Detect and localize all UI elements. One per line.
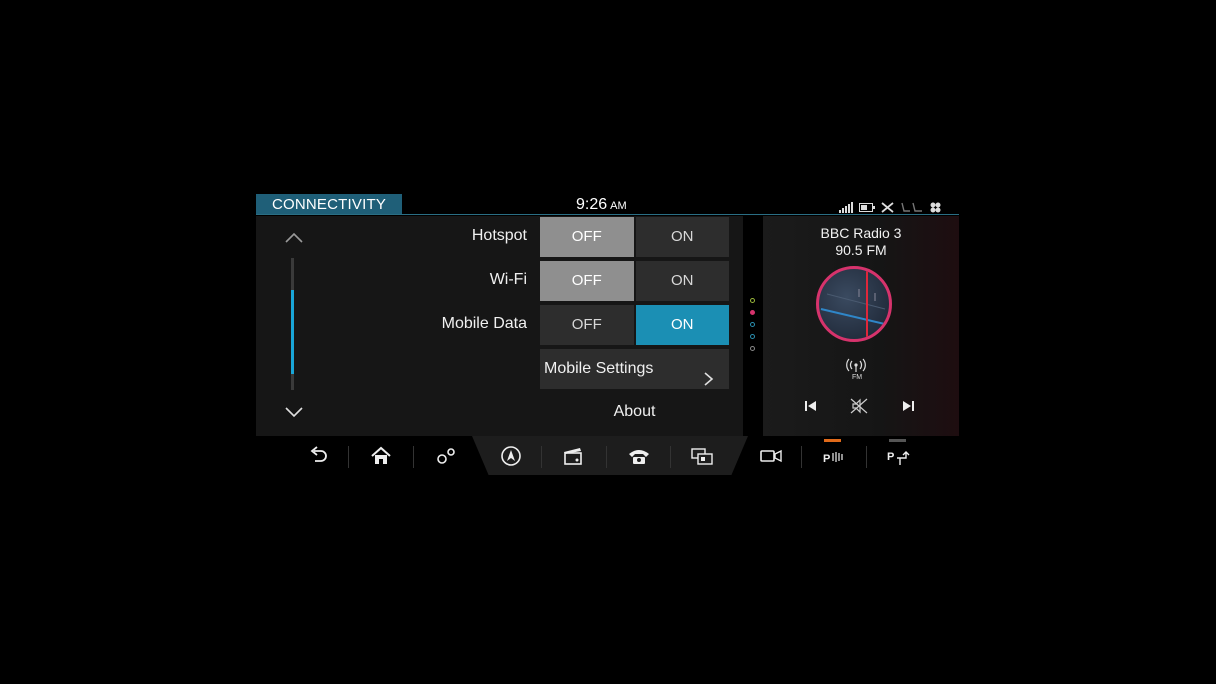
page-dot — [750, 322, 755, 327]
scroll-up-icon[interactable] — [284, 230, 304, 244]
page-indicator — [750, 298, 756, 358]
mobile-data-toggle: OFF ON — [540, 305, 729, 345]
previous-track-icon[interactable] — [802, 398, 820, 414]
wifi-label: Wi-Fi — [489, 271, 527, 288]
clock-ampm: AM — [610, 200, 627, 212]
mobile-settings-button[interactable]: Mobile Settings — [540, 349, 729, 389]
page-dot — [750, 334, 755, 339]
park-assist-icon[interactable]: P — [821, 445, 847, 467]
nav-separator — [670, 446, 671, 468]
clock: 9:26 AM — [576, 195, 666, 216]
settings-panel: Hotspot OFF ON Wi-Fi OFF ON Mobile Data … — [256, 216, 743, 436]
phone-icon[interactable] — [626, 445, 652, 467]
nav-separator — [801, 446, 802, 468]
wifi-on-button[interactable]: ON — [635, 261, 729, 301]
radio-tuner-dial[interactable] — [816, 266, 892, 342]
mobile-data-off-button[interactable]: OFF — [540, 305, 634, 345]
park-exit-icon[interactable]: P — [886, 445, 912, 467]
media-icon[interactable] — [561, 445, 587, 467]
bottom-nav: P P — [256, 436, 959, 475]
page-title: CONNECTIVITY — [256, 194, 402, 215]
wifi-toggle: OFF ON — [540, 261, 729, 301]
about-item[interactable]: About — [540, 392, 729, 432]
header-bar: CONNECTIVITY 9:26 AM — [256, 193, 959, 216]
status-icons — [839, 200, 941, 213]
nav-separator — [413, 446, 414, 468]
chevron-right-icon — [701, 362, 715, 386]
home-icon[interactable] — [368, 445, 394, 467]
fan-icon — [930, 200, 941, 213]
hotspot-off-button[interactable]: OFF — [540, 217, 634, 257]
apps-icon[interactable] — [689, 445, 715, 467]
scroll-down-icon[interactable] — [284, 406, 304, 420]
hotspot-on-button[interactable]: ON — [635, 217, 729, 257]
station-frequency: 90.5 FM — [835, 242, 887, 258]
back-icon[interactable] — [305, 445, 331, 467]
mobile-settings-label: Mobile Settings — [544, 360, 654, 377]
battery-icon — [859, 200, 875, 212]
station-name: BBC Radio 3 — [820, 225, 902, 241]
mobile-data-on-button[interactable]: ON — [635, 305, 729, 345]
seat-icon — [900, 200, 924, 212]
header-divider — [256, 214, 959, 215]
settings-icon[interactable] — [433, 445, 459, 467]
nav-separator — [541, 446, 542, 468]
clock-time: 9:26 — [576, 196, 608, 213]
station-info: BBC Radio 3 90.5 FM — [763, 225, 959, 259]
infotainment-screen: CONNECTIVITY 9:26 AM Hotspot OFF ON Wi-F… — [256, 193, 959, 475]
camera-icon[interactable] — [758, 445, 784, 467]
park-exit-indicator — [889, 439, 906, 442]
seat-climate-off-icon — [881, 200, 894, 213]
page-dot — [750, 346, 755, 351]
nav-separator — [348, 446, 349, 468]
signal-icon — [839, 200, 853, 213]
svg-text:P: P — [823, 453, 830, 465]
nav-separator — [866, 446, 867, 468]
svg-text:P: P — [887, 451, 894, 463]
page-dot — [750, 298, 755, 303]
park-assist-indicator — [824, 439, 841, 442]
wifi-off-button[interactable]: OFF — [540, 261, 634, 301]
navigation-icon[interactable] — [498, 445, 524, 467]
next-track-icon[interactable] — [899, 398, 917, 414]
band-label: FM — [851, 374, 863, 381]
mute-icon[interactable] — [850, 398, 868, 414]
scroll-thumb[interactable] — [291, 290, 294, 374]
page-dot-active — [750, 310, 755, 315]
nav-separator — [606, 446, 607, 468]
mobile-data-label: Mobile Data — [441, 315, 527, 332]
media-panel[interactable]: BBC Radio 3 90.5 FM FM — [763, 216, 959, 436]
hotspot-label: Hotspot — [471, 227, 527, 244]
hotspot-toggle: OFF ON — [540, 217, 729, 257]
